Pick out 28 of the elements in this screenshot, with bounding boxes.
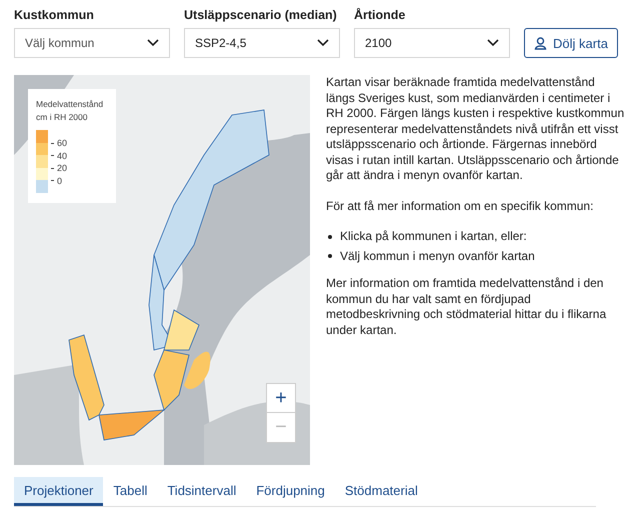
tab[interactable]: Tidsintervall [157, 477, 246, 506]
legend-label: 0 [57, 174, 62, 187]
list-item: Välj kommun i menyn ovanför kartan [340, 248, 535, 264]
chevron-down-icon [147, 39, 159, 47]
legend-label: 60 [57, 137, 68, 150]
legend-label: 40 [57, 150, 68, 162]
chevron-down-icon [317, 39, 329, 47]
tab[interactable]: Projektioner [14, 477, 104, 506]
legend-title: Medelvattenstånd [36, 98, 104, 111]
filter-label: Årtionde [354, 8, 406, 22]
tab[interactable]: Stödmaterial [334, 477, 428, 506]
hide-map-button[interactable]: Dölj karta [524, 28, 618, 58]
bullet-icon [328, 254, 332, 258]
paragraph: För att få mer information om en specifik kommun: [326, 198, 594, 214]
dropdown[interactable]: SSP2-4,5 [184, 28, 340, 58]
paragraph: Kartan visar beräknade framtida medelvattenstånd längs Sveriges kust, som medianvärden i centimeter i RH 2000. Färgen längs kusten i respektive kustkommun representerar medelvattenståndets nivå utifrån ett visst utsläppsscenario och årtionde. Färgernas innebörd visas i rutan intill kartan. Utsläppsscenario och årtionde går att ändra i menyn ovanför kartan. [326, 75, 626, 184]
tab[interactable]: Tabell [103, 477, 158, 506]
filter-label: Kustkommun [14, 8, 95, 22]
bullet-icon [328, 234, 332, 239]
paragraph: Mer information om framtida medelvattenstånd i den kommun du har valt samt en fördjupad metodbeskrivning och stödmaterial hittar du i flikarna under kartan. [326, 276, 608, 338]
tab[interactable]: Fördjupning [246, 477, 335, 506]
legend-subtitle: cm i RH 2000 [36, 111, 88, 124]
dropdown[interactable]: 2100 [354, 28, 510, 58]
legend-label: 20 [57, 162, 68, 174]
chevron-down-icon [487, 39, 499, 47]
filter-label: Utsläppscenario (median) [184, 8, 338, 22]
list-item: Klicka på kommunen i kartan, eller: [340, 229, 527, 244]
dropdown[interactable]: Välj kommun [14, 28, 170, 58]
